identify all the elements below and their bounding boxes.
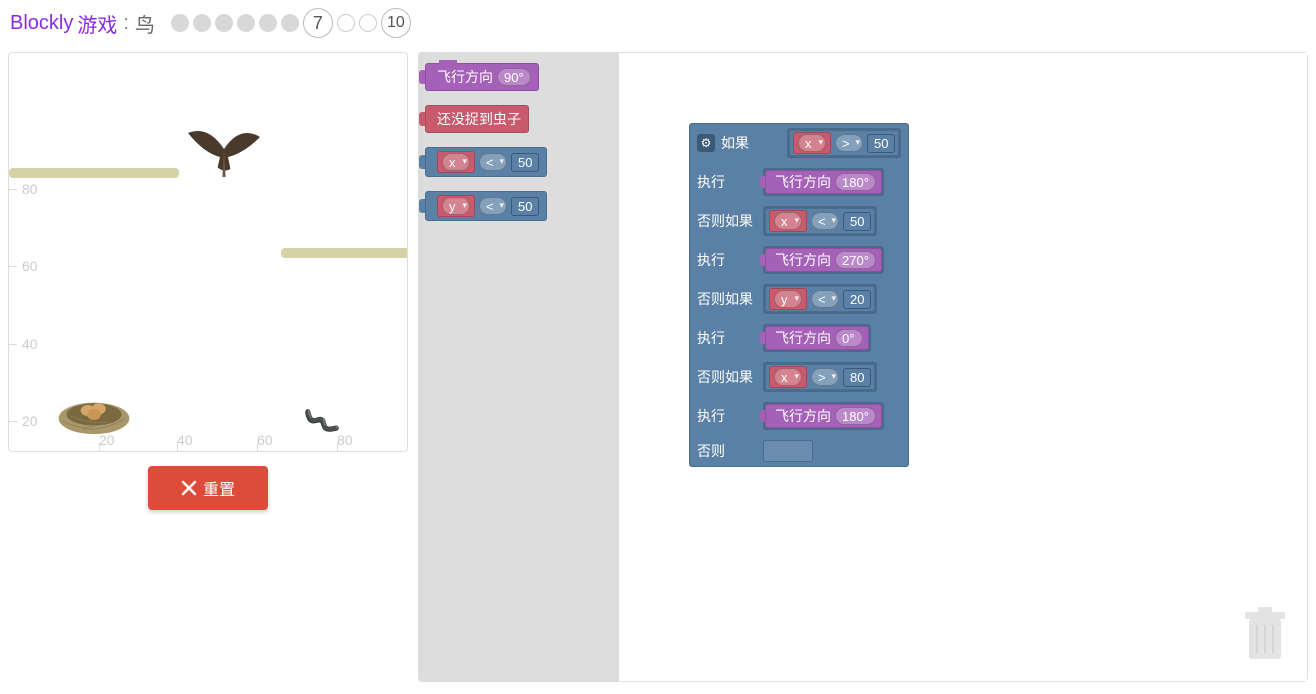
y-axis-20: 20 [22, 413, 38, 429]
noworm-label: 还没捉到虫子 [437, 109, 521, 129]
level-dot-3[interactable] [215, 14, 233, 32]
close-icon [181, 480, 197, 496]
level-dot-4[interactable] [237, 14, 255, 32]
y-axis-60: 60 [22, 258, 38, 274]
reset-label: 重置 [203, 476, 235, 500]
x-axis-60: 60 [257, 432, 273, 448]
workspace-canvas[interactable]: ⚙ 如果 x > 50 执行 飞行方向 180° 否则如果 [619, 53, 1307, 681]
cond-2[interactable]: x < 50 [765, 208, 875, 234]
op-lt[interactable]: < [479, 197, 507, 215]
title-separator: : [123, 12, 129, 35]
y-axis-80: 80 [22, 181, 38, 197]
toolbox: 飞行方向 90° 还没捉到虫子 x < 50 y < 50 [419, 53, 619, 681]
var-y[interactable]: y [437, 195, 475, 217]
cond-1[interactable]: x > 50 [789, 130, 899, 156]
wall-2 [281, 248, 408, 258]
level-dot-10[interactable]: 10 [381, 8, 411, 38]
do-label-4: 执行 [697, 406, 757, 426]
nest-sprite [54, 383, 134, 438]
else-empty-slot[interactable] [763, 440, 813, 462]
game-panel: 80 60 40 20 20 40 60 80 [8, 52, 408, 682]
if-label: 如果 [721, 133, 781, 153]
elseif-label-3: 否则如果 [697, 367, 757, 387]
level-dot-2[interactable] [193, 14, 211, 32]
toolbox-compare-x[interactable]: x < 50 [425, 147, 547, 177]
heading-3[interactable]: 飞行方向 0° [765, 326, 869, 350]
heading-1[interactable]: 飞行方向 180° [765, 170, 882, 194]
level-dot-7-current[interactable]: 7 [303, 8, 333, 38]
op-lt[interactable]: < [479, 153, 507, 171]
heading-4[interactable]: 飞行方向 180° [765, 404, 882, 428]
gear-icon[interactable]: ⚙ [697, 134, 715, 152]
level-dot-9[interactable] [359, 14, 377, 32]
elseif-label-1: 否则如果 [697, 211, 757, 231]
reset-button[interactable]: 重置 [148, 466, 268, 510]
toolbox-compare-y[interactable]: y < 50 [425, 191, 547, 221]
level-dot-6[interactable] [281, 14, 299, 32]
val-50[interactable]: 50 [511, 153, 539, 172]
do-label-1: 执行 [697, 172, 757, 192]
level-selector: 7 10 [171, 8, 411, 38]
level-dot-8[interactable] [337, 14, 355, 32]
elseif-label-2: 否则如果 [697, 289, 757, 309]
game-canvas: 80 60 40 20 20 40 60 80 [8, 52, 408, 452]
x-axis-40: 40 [177, 432, 193, 448]
toolbox-noworm-block[interactable]: 还没捉到虫子 [425, 105, 529, 133]
heading-angle-field[interactable]: 90° [497, 68, 531, 86]
game-name: 鸟 [135, 9, 155, 38]
trash-icon[interactable] [1243, 607, 1287, 661]
header: Blockly 游戏 : 鸟 7 10 [0, 0, 1316, 52]
brand-suffix[interactable]: 游戏 [77, 9, 117, 38]
y-axis-40: 40 [22, 336, 38, 352]
val-50[interactable]: 50 [511, 197, 539, 216]
do-label-2: 执行 [697, 250, 757, 270]
wall-1 [9, 168, 179, 178]
blockly-workspace[interactable]: 飞行方向 90° 还没捉到虫子 x < 50 y < 50 ⚙ 如果 [418, 52, 1308, 682]
else-label: 否则 [697, 441, 757, 461]
heading-label: 飞行方向 [437, 67, 493, 87]
cond-4[interactable]: x > 80 [765, 364, 875, 390]
heading-2[interactable]: 飞行方向 270° [765, 248, 882, 272]
bird-sprite [184, 118, 264, 188]
cond-3[interactable]: y < 20 [765, 286, 875, 312]
level-dot-1[interactable] [171, 14, 189, 32]
level-dot-5[interactable] [259, 14, 277, 32]
x-axis-80: 80 [337, 432, 353, 448]
if-block[interactable]: ⚙ 如果 x > 50 执行 飞行方向 180° 否则如果 [689, 123, 909, 467]
brand-link[interactable]: Blockly [10, 12, 73, 35]
var-x[interactable]: x [437, 151, 475, 173]
toolbox-heading-block[interactable]: 飞行方向 90° [425, 63, 539, 91]
do-label-3: 执行 [697, 328, 757, 348]
